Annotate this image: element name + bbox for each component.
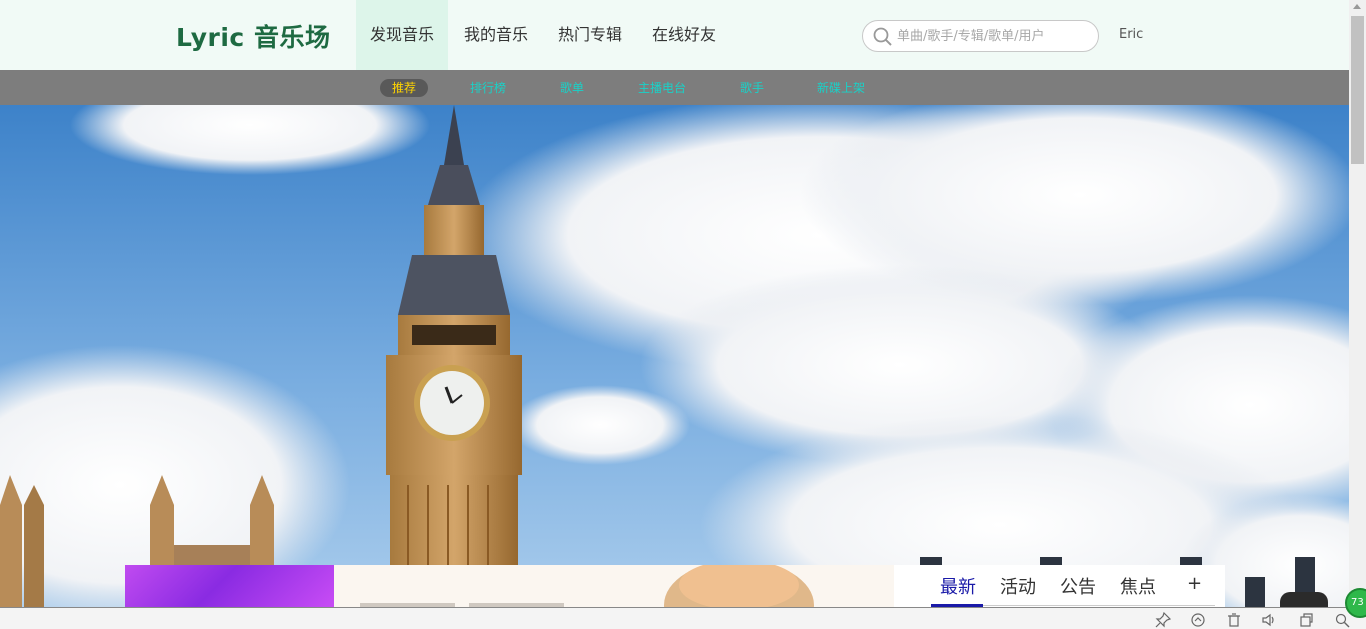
site-logo[interactable]: Lyric 音乐场 <box>176 18 330 54</box>
tab-latest[interactable]: 最新 <box>940 573 976 599</box>
scrollbar-thumb[interactable] <box>1351 16 1364 164</box>
page-scrollbar[interactable] <box>1349 0 1366 607</box>
search-box[interactable] <box>862 20 1099 52</box>
subnav-recommend[interactable]: 推荐 <box>380 79 429 97</box>
more-button[interactable]: + <box>1187 573 1202 594</box>
refresh-icon[interactable] <box>1190 612 1206 628</box>
subnav-radio[interactable]: 主播电台 <box>638 79 686 97</box>
hero-banner[interactable] <box>0 105 1349 607</box>
sub-nav: 推荐 排行榜 歌单 主播电台 歌手 新碟上架 <box>0 70 1349 105</box>
nav-discover-music[interactable]: 发现音乐 <box>356 0 449 70</box>
news-panel: 最新 活动 公告 焦点 + <box>125 565 1225 607</box>
top-header: Lyric 音乐场 发现音乐 我的音乐 热门专辑 在线好友 Eric <box>0 0 1349 70</box>
tab-focus[interactable]: 焦点 <box>1120 573 1156 599</box>
tab-announcements[interactable]: 公告 <box>1060 573 1096 599</box>
subnav-new-albums[interactable]: 新碟上架 <box>817 79 865 97</box>
search-icon[interactable] <box>873 27 893 47</box>
nav-online-friends[interactable]: 在线好友 <box>638 0 730 70</box>
trash-icon[interactable] <box>1226 612 1242 628</box>
pin-icon[interactable] <box>1155 612 1171 628</box>
big-ben-photo <box>0 105 1349 607</box>
subnav-artists[interactable]: 歌手 <box>740 79 764 97</box>
nav-my-music[interactable]: 我的音乐 <box>450 0 542 70</box>
search-input[interactable] <box>897 25 1087 47</box>
subnav-playlists[interactable]: 歌单 <box>560 79 584 97</box>
main-nav: 发现音乐 我的音乐 热门专辑 在线好友 <box>356 0 732 70</box>
news-tabs: 最新 活动 公告 焦点 <box>931 565 1215 607</box>
browser-statusbar <box>0 607 1366 629</box>
user-name[interactable]: Eric <box>1119 27 1143 42</box>
tab-divider <box>983 605 1215 606</box>
promo-image[interactable] <box>334 565 894 607</box>
promo-banner[interactable] <box>125 565 334 607</box>
scroll-up-icon[interactable] <box>1353 4 1361 9</box>
subnav-charts[interactable]: 排行榜 <box>470 79 506 97</box>
tab-events[interactable]: 活动 <box>1000 573 1036 599</box>
zoom-icon[interactable] <box>1334 612 1350 628</box>
nav-hot-albums[interactable]: 热门专辑 <box>544 0 636 70</box>
volume-icon[interactable] <box>1261 612 1277 628</box>
window-icon[interactable] <box>1298 612 1314 628</box>
